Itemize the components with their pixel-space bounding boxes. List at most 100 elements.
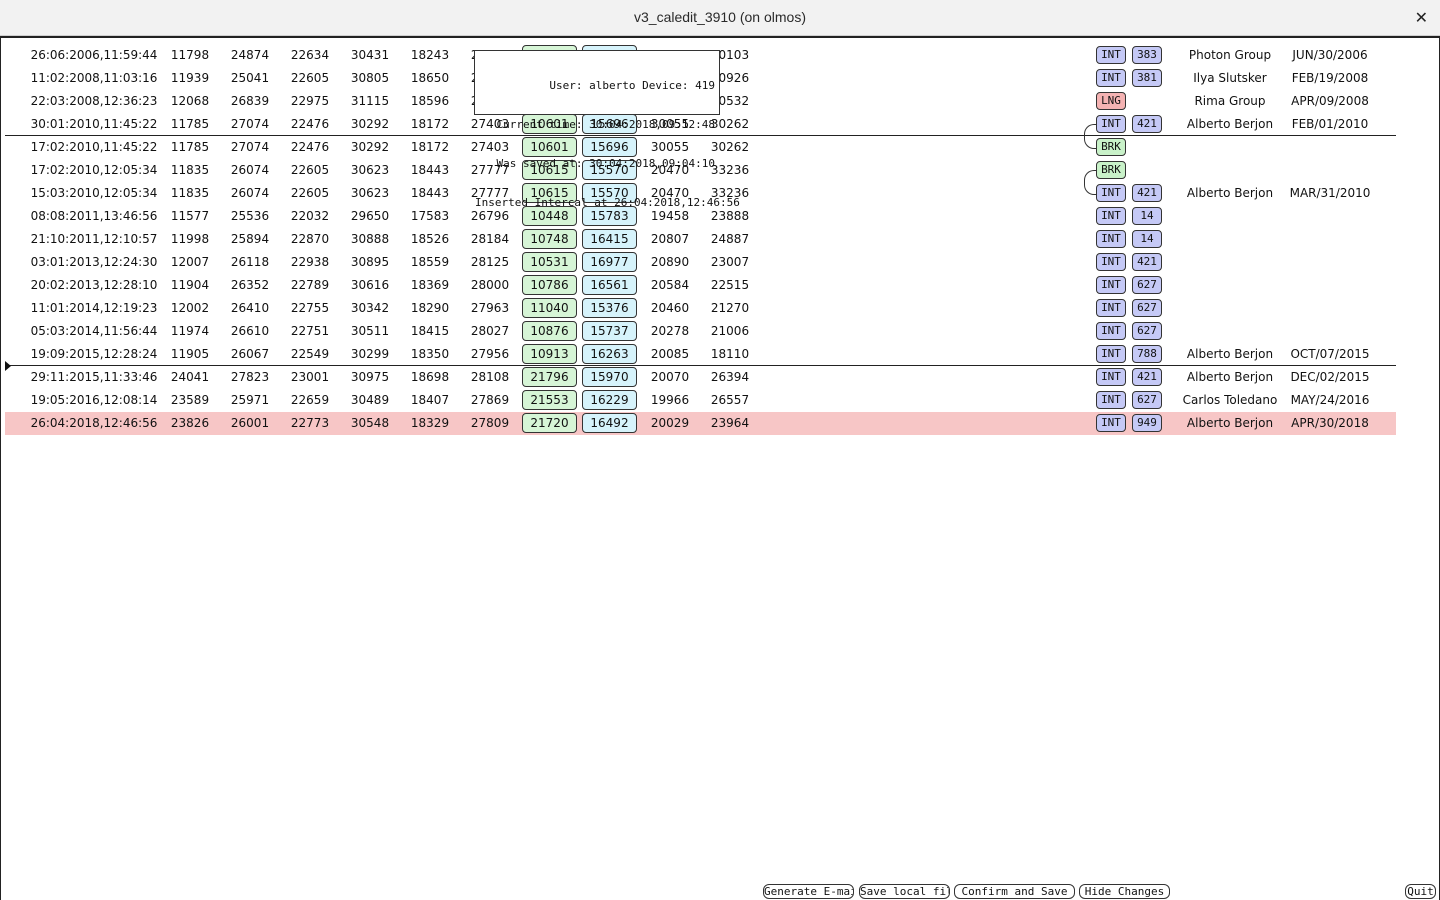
row-value-5: 18526 (410, 232, 450, 246)
row-value-3: 22032 (290, 209, 330, 223)
row-instrument-number[interactable]: 421 (1132, 253, 1162, 271)
row-value-1: 11905 (170, 347, 210, 361)
row-value-9: 19966 (650, 393, 690, 407)
row-green-value[interactable]: 21720 (522, 413, 577, 433)
row-value-3: 22755 (290, 301, 330, 315)
row-value-9: 20029 (650, 416, 690, 430)
row-user: Alberto Berjon (1186, 347, 1274, 361)
row-value-3: 23001 (290, 370, 330, 384)
close-icon[interactable]: ✕ (1415, 8, 1428, 28)
row-type-tag[interactable]: INT (1096, 184, 1126, 202)
row-value-2: 26001 (230, 416, 270, 430)
row-instrument-number[interactable]: 14 (1132, 230, 1162, 248)
row-type-tag[interactable]: LNG (1096, 92, 1126, 110)
row-instrument-number[interactable]: 14 (1132, 207, 1162, 225)
row-value-6: 28027 (470, 324, 510, 338)
row-type-tag[interactable]: INT (1096, 46, 1126, 64)
row-instrument-number[interactable]: 949 (1132, 414, 1162, 432)
row-instrument-number[interactable]: 627 (1132, 276, 1162, 294)
confirm-and-save-button[interactable]: Confirm and Save (954, 884, 1075, 899)
row-datetime: 19:09:2015,12:28:24 (30, 347, 158, 361)
row-blue-value[interactable]: 16263 (582, 344, 637, 364)
row-type-tag[interactable]: INT (1096, 253, 1126, 271)
row-value-5: 18443 (410, 163, 450, 177)
row-green-value[interactable]: 10786 (522, 275, 577, 295)
row-type-tag[interactable]: INT (1096, 115, 1126, 133)
row-type-tag[interactable]: INT (1096, 368, 1126, 386)
row-blue-value[interactable]: 16977 (582, 252, 637, 272)
row-type-tag[interactable]: INT (1096, 230, 1126, 248)
save-local-file-button[interactable]: Save local file (859, 884, 950, 899)
row-type-tag[interactable]: BRK (1096, 161, 1126, 179)
row-green-value[interactable]: 10913 (522, 344, 577, 364)
row-value-5: 17583 (410, 209, 450, 223)
table-row[interactable]: 19:09:2015,12:28:24 11905 26067 22549 30299 1… (5, 343, 1396, 366)
row-value-1: 12068 (170, 94, 210, 108)
row-instrument-number[interactable]: 788 (1132, 345, 1162, 363)
row-value-4: 30292 (350, 117, 390, 131)
row-value-10: 21270 (710, 301, 750, 315)
row-instrument-number[interactable]: 421 (1132, 115, 1162, 133)
row-instrument-number[interactable]: 421 (1132, 368, 1162, 386)
row-value-3: 22605 (290, 163, 330, 177)
row-user: Carlos Toledano (1182, 393, 1278, 407)
row-green-value[interactable]: 21553 (522, 390, 577, 410)
table-row[interactable]: 29:11:2015,11:33:46 24041 27823 23001 30975 1… (5, 366, 1396, 389)
row-value-4: 30888 (350, 232, 390, 246)
row-type-tag[interactable]: INT (1096, 69, 1126, 87)
row-value-10: 21006 (710, 324, 750, 338)
row-type-tag[interactable]: INT (1096, 345, 1126, 363)
row-blue-value[interactable]: 16492 (582, 413, 637, 433)
row-value-4: 30623 (350, 163, 390, 177)
row-instrument-number[interactable]: 627 (1132, 391, 1162, 409)
row-blue-value[interactable]: 16561 (582, 275, 637, 295)
row-user: Alberto Berjon (1186, 370, 1274, 384)
row-value-2: 26610 (230, 324, 270, 338)
row-value-1: 11785 (170, 140, 210, 154)
row-value-1: 11939 (170, 71, 210, 85)
row-value-2: 25894 (230, 232, 270, 246)
row-instrument-number[interactable]: 627 (1132, 299, 1162, 317)
row-green-value[interactable]: 11040 (522, 298, 577, 318)
row-type-tag[interactable]: INT (1096, 299, 1126, 317)
table-row[interactable]: 03:01:2013,12:24:30 12007 26118 22938 30895 1… (5, 251, 1396, 274)
row-type-tag[interactable]: INT (1096, 207, 1126, 225)
row-type-tag[interactable]: BRK (1096, 138, 1126, 156)
table-row[interactable]: 05:03:2014,11:56:44 11974 26610 22751 30511 1… (5, 320, 1396, 343)
row-blue-value[interactable]: 15970 (582, 367, 637, 387)
row-value-5: 18443 (410, 186, 450, 200)
row-datetime: 19:05:2016,12:08:14 (30, 393, 158, 407)
row-type-tag[interactable]: INT (1096, 414, 1126, 432)
generate-email-button[interactable]: Generate E-mail (763, 884, 854, 899)
table-row[interactable]: 11:01:2014,12:19:23 12002 26410 22755 30342 1… (5, 297, 1396, 320)
table-row[interactable]: 19:05:2016,12:08:14 23589 25971 22659 30489 1… (5, 389, 1396, 412)
window-titlebar: v3_caledit_3910 (on olmos) ✕ (0, 0, 1440, 36)
row-instrument-number[interactable]: 421 (1132, 184, 1162, 202)
row-blue-value[interactable]: 16229 (582, 390, 637, 410)
row-type-tag[interactable]: INT (1096, 322, 1126, 340)
row-value-1: 12002 (170, 301, 210, 315)
row-instrument-number[interactable]: 381 (1132, 69, 1162, 87)
quit-button[interactable]: Quit (1405, 884, 1436, 899)
row-value-2: 26839 (230, 94, 270, 108)
tooltip-line-user: User: alberto Device: 419 (549, 79, 715, 92)
table-row[interactable]: 26:04:2018,12:46:56 23826 26001 22773 30548 1… (5, 412, 1396, 435)
row-value-2: 26410 (230, 301, 270, 315)
row-user: Rima Group (1194, 94, 1266, 108)
row-blue-value[interactable]: 15376 (582, 298, 637, 318)
row-type-tag[interactable]: INT (1096, 391, 1126, 409)
row-green-value[interactable]: 10876 (522, 321, 577, 341)
row-value-4: 30805 (350, 71, 390, 85)
tooltip-line-saved-at: Was saved at: 30:04:2018,09:04:10 (496, 157, 715, 170)
row-green-value[interactable]: 10531 (522, 252, 577, 272)
table-row[interactable]: 20:02:2013,12:28:10 11904 26352 22789 30616 1… (5, 274, 1396, 297)
row-datetime: 20:02:2013,12:28:10 (30, 278, 158, 292)
row-blue-value[interactable]: 15737 (582, 321, 637, 341)
row-green-value[interactable]: 21796 (522, 367, 577, 387)
row-value-5: 18350 (410, 347, 450, 361)
row-instrument-number[interactable]: 627 (1132, 322, 1162, 340)
row-instrument-number[interactable]: 383 (1132, 46, 1162, 64)
hide-changes-button[interactable]: Hide Changes (1079, 884, 1170, 899)
row-type-tag[interactable]: INT (1096, 276, 1126, 294)
row-value-5: 18172 (410, 117, 450, 131)
